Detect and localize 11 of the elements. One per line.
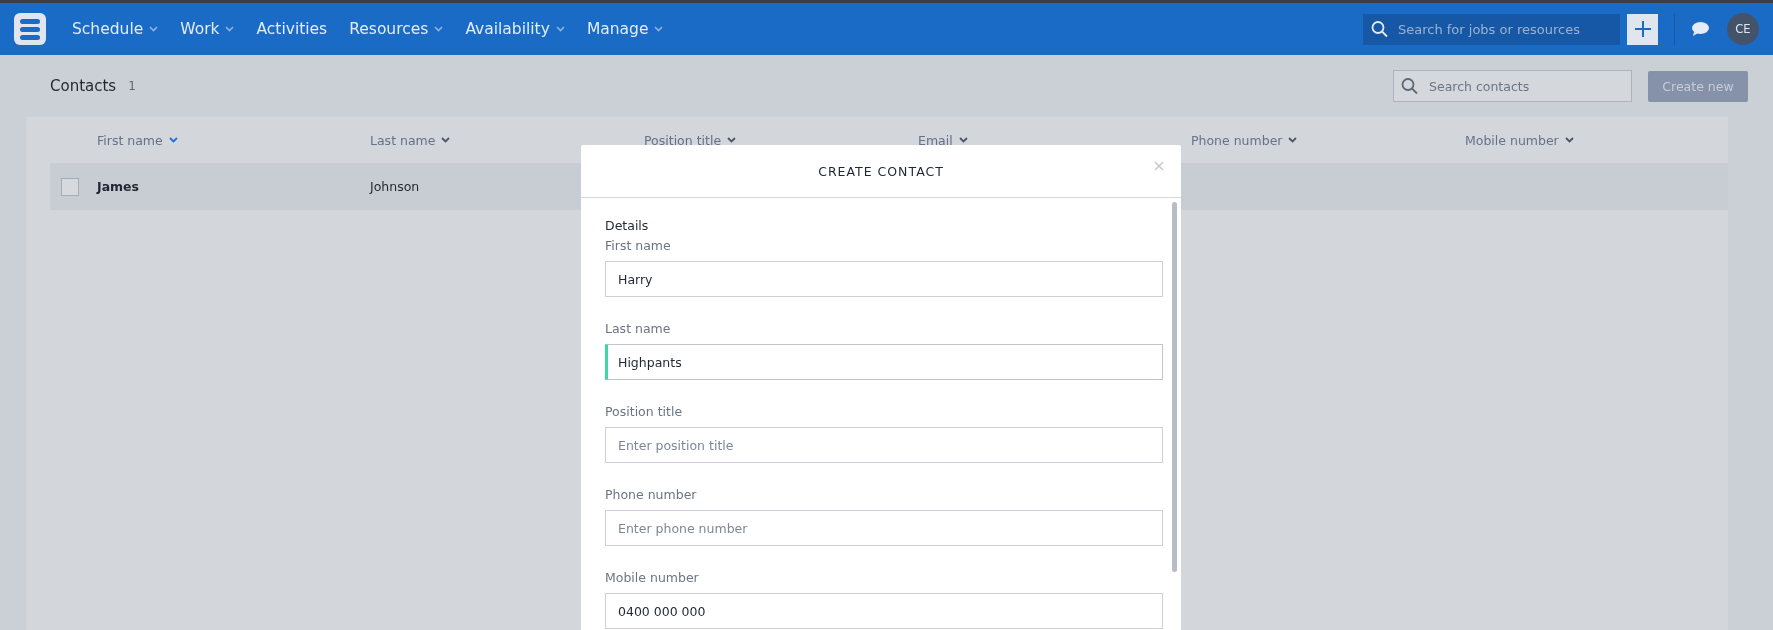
field-label: Position title (605, 404, 684, 419)
contact-count: 1 (128, 79, 136, 93)
section-heading: Details (605, 218, 650, 233)
field-label: Last name (605, 321, 672, 336)
table-cell-text: James (97, 179, 141, 194)
table-cell-text: Johnson (370, 179, 421, 194)
field-label: Phone number (605, 487, 698, 502)
field-label: Mobile number (605, 570, 700, 585)
dialog-title: CREATE CONTACT (818, 163, 944, 179)
page-title: Contacts (50, 77, 117, 95)
field-label: First name (605, 238, 672, 253)
